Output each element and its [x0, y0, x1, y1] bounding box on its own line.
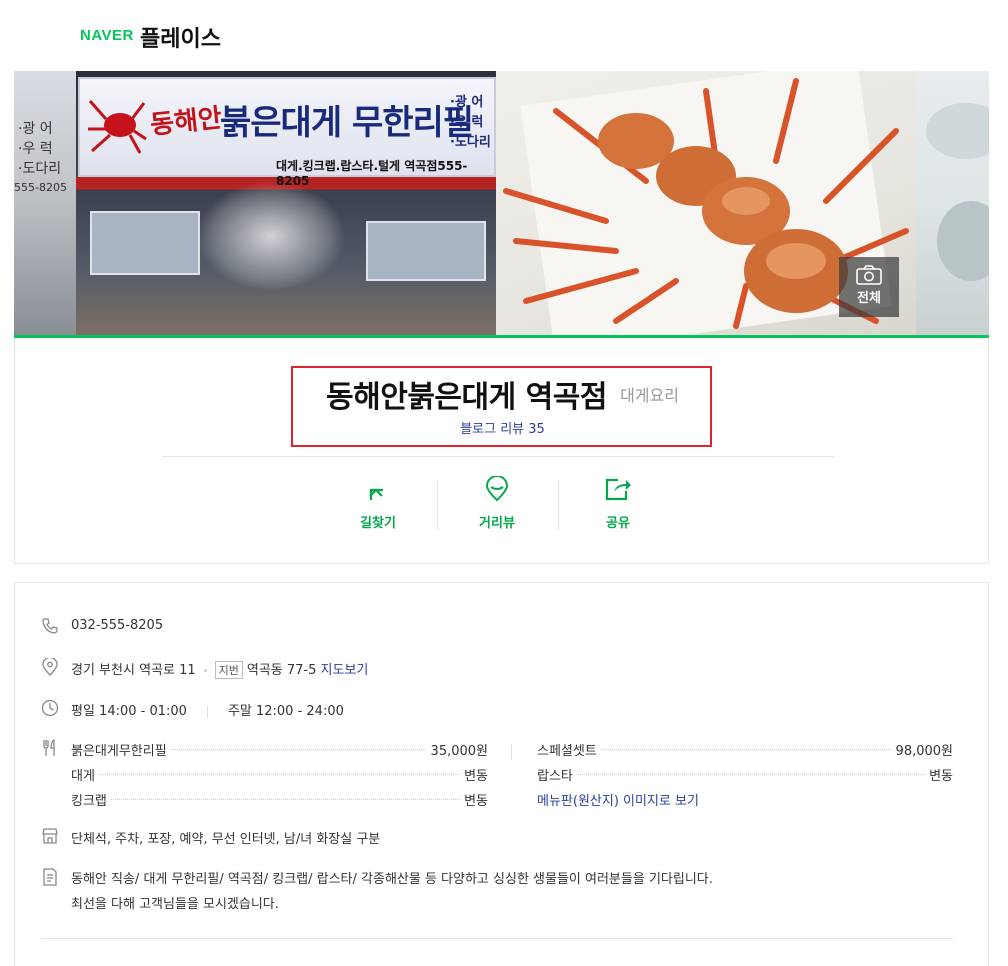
sign-side-text: ·광 어 ·우 럭 ·도다리: [450, 93, 491, 153]
photo-gallery[interactable]: ·광 어 ·우 럭 ·도다리 555-8205 동해안 붉은대게 무한리필 ·광…: [14, 71, 989, 335]
street-view-icon: [485, 476, 509, 502]
sign-side-line: ·광 어: [450, 95, 484, 110]
street-view-button[interactable]: 거리뷰: [447, 476, 547, 531]
store-sign: 동해안 붉은대게 무한리필 ·광 어 ·우 럭 ·도다리 대게.킹크랩.랍스타.…: [78, 77, 496, 188]
hours-weekend: 주말 12:00 - 24:00: [227, 704, 344, 719]
location-icon: [42, 658, 58, 676]
menu-item-price: 35,000원: [426, 740, 488, 759]
hours-separator: [206, 705, 208, 718]
phone-icon: [42, 618, 58, 634]
left-sign-number: 555-8205: [14, 181, 67, 194]
action-separator: [558, 480, 559, 530]
hours-text: 평일 14:00 - 01:00 주말 12:00 - 24:00: [71, 700, 344, 719]
directions-label: 길찾기: [360, 516, 396, 531]
water-tank: [366, 221, 486, 281]
menu-item-name: 랍스타: [537, 765, 577, 784]
sign-main-text: 붉은대게 무한리필: [220, 103, 474, 143]
address-text: 경기 부천시 역곡로 11 지번 역곡동 77-5 지도보기: [71, 659, 368, 679]
hours-weekday: 평일 14:00 - 01:00: [71, 704, 187, 719]
description-icon: [43, 868, 57, 886]
map-link[interactable]: 지도보기: [321, 663, 369, 678]
menu-dots: [537, 774, 953, 775]
share-label: 공유: [606, 516, 630, 531]
clock-icon: [41, 699, 59, 717]
left-sign-text: ·광 어 ·우 럭 ·도다리: [18, 119, 61, 179]
menu-board-link-wrap: 메뉴판(원산지) 이미지로 보기: [537, 790, 837, 810]
action-separator: [437, 480, 438, 530]
all-photos-button[interactable]: 전체: [839, 257, 899, 317]
share-icon: [605, 478, 631, 501]
menu-dots: [71, 799, 488, 800]
menu-item-price: 변동: [460, 790, 488, 809]
left-sign-line: ·광 어: [18, 121, 53, 137]
menu-item-price: 변동: [460, 765, 488, 784]
highlight-annotation: [291, 366, 712, 447]
jibun-tag: 지번: [214, 661, 243, 679]
left-sign-line: ·우 럭: [18, 141, 53, 157]
shellfish-image: [926, 103, 989, 281]
action-bar: 길찾기 거리뷰 공유: [315, 476, 680, 536]
water-tank: [90, 211, 200, 275]
menu-item-price: 변동: [925, 765, 953, 784]
menu-board-link[interactable]: 메뉴판(원산지) 이미지로 보기: [537, 794, 699, 809]
all-photos-label: 전체: [857, 291, 881, 306]
directions-button[interactable]: 길찾기: [328, 476, 428, 531]
description-text: 동해안 직송/ 대게 무한리필/ 역곡점/ 킹크랩/ 랍스타/ 각종해산물 등 …: [71, 867, 713, 917]
menu-item: 스페셜셋트 98,000원: [537, 740, 953, 760]
crab-logo-icon: [88, 100, 147, 154]
photo-storefront[interactable]: 동해안 붉은대게 무한리필 ·광 어 ·우 럭 ·도다리 대게.킹크랩.랍스타.…: [76, 71, 496, 335]
road-address: 경기 부천시 역곡로 11: [71, 663, 196, 678]
place-title[interactable]: 플레이스: [140, 21, 221, 53]
menu-item: 붉은대게무한리필 35,000원: [71, 740, 488, 760]
share-button[interactable]: 공유: [568, 476, 668, 531]
sign-side-line: ·우 럭: [450, 115, 484, 130]
steam: [196, 181, 346, 291]
bottom-divider: [41, 938, 953, 939]
top-header: NAVER 플레이스: [0, 0, 1008, 70]
photo-right-partial[interactable]: [916, 71, 989, 335]
camera-icon: [856, 265, 882, 285]
photo-left-partial[interactable]: ·광 어 ·우 럭 ·도다리 555-8205: [14, 71, 76, 335]
menu-column-separator: [511, 745, 512, 759]
menu-item-name: 킹크랩: [71, 790, 111, 809]
sign-brand: 동해안: [148, 103, 224, 141]
menu-item: 킹크랩 변동: [71, 790, 488, 810]
menu-item: 대게 변동: [71, 765, 488, 785]
menu-item: 랍스타 변동: [537, 765, 953, 785]
menu-item-name: 스페셜셋트: [537, 740, 601, 759]
phone-number[interactable]: 032-555-8205: [71, 618, 163, 633]
sign-sub-text: 대게.킹크랩.랍스타.털게 역곡점555-8205: [276, 159, 468, 188]
menu-item-price: 98,000원: [891, 740, 953, 759]
street-view-label: 거리뷰: [479, 516, 515, 531]
summary-divider: [162, 456, 834, 457]
address-dot: [203, 669, 207, 672]
store-detail-card: 032-555-8205 경기 부천시 역곡로 11 지번 역곡동 77-5 지도보…: [14, 582, 989, 966]
facilities-text: 단체석, 주차, 포장, 예약, 무선 인터넷, 남/녀 화장실 구분: [71, 832, 381, 847]
menu-dots: [71, 774, 488, 775]
directions-icon: [369, 488, 383, 500]
jibun-address: 역곡동 77-5: [246, 663, 317, 678]
description-line: 동해안 직송/ 대게 무한리필/ 역곡점/ 킹크랩/ 랍스타/ 각종해산물 등 …: [71, 872, 713, 887]
description-line: 최선을 다해 고객님들을 모시겠습니다.: [71, 897, 279, 912]
menu-icon: [43, 739, 55, 756]
left-sign-line: ·도다리: [18, 161, 62, 177]
menu-item-name: 붉은대게무한리필: [71, 740, 171, 759]
sign-side-line: ·도다리: [450, 135, 491, 150]
menu-item-name: 대게: [71, 765, 99, 784]
store-icon: [42, 828, 58, 844]
naver-logo[interactable]: NAVER: [80, 27, 134, 44]
